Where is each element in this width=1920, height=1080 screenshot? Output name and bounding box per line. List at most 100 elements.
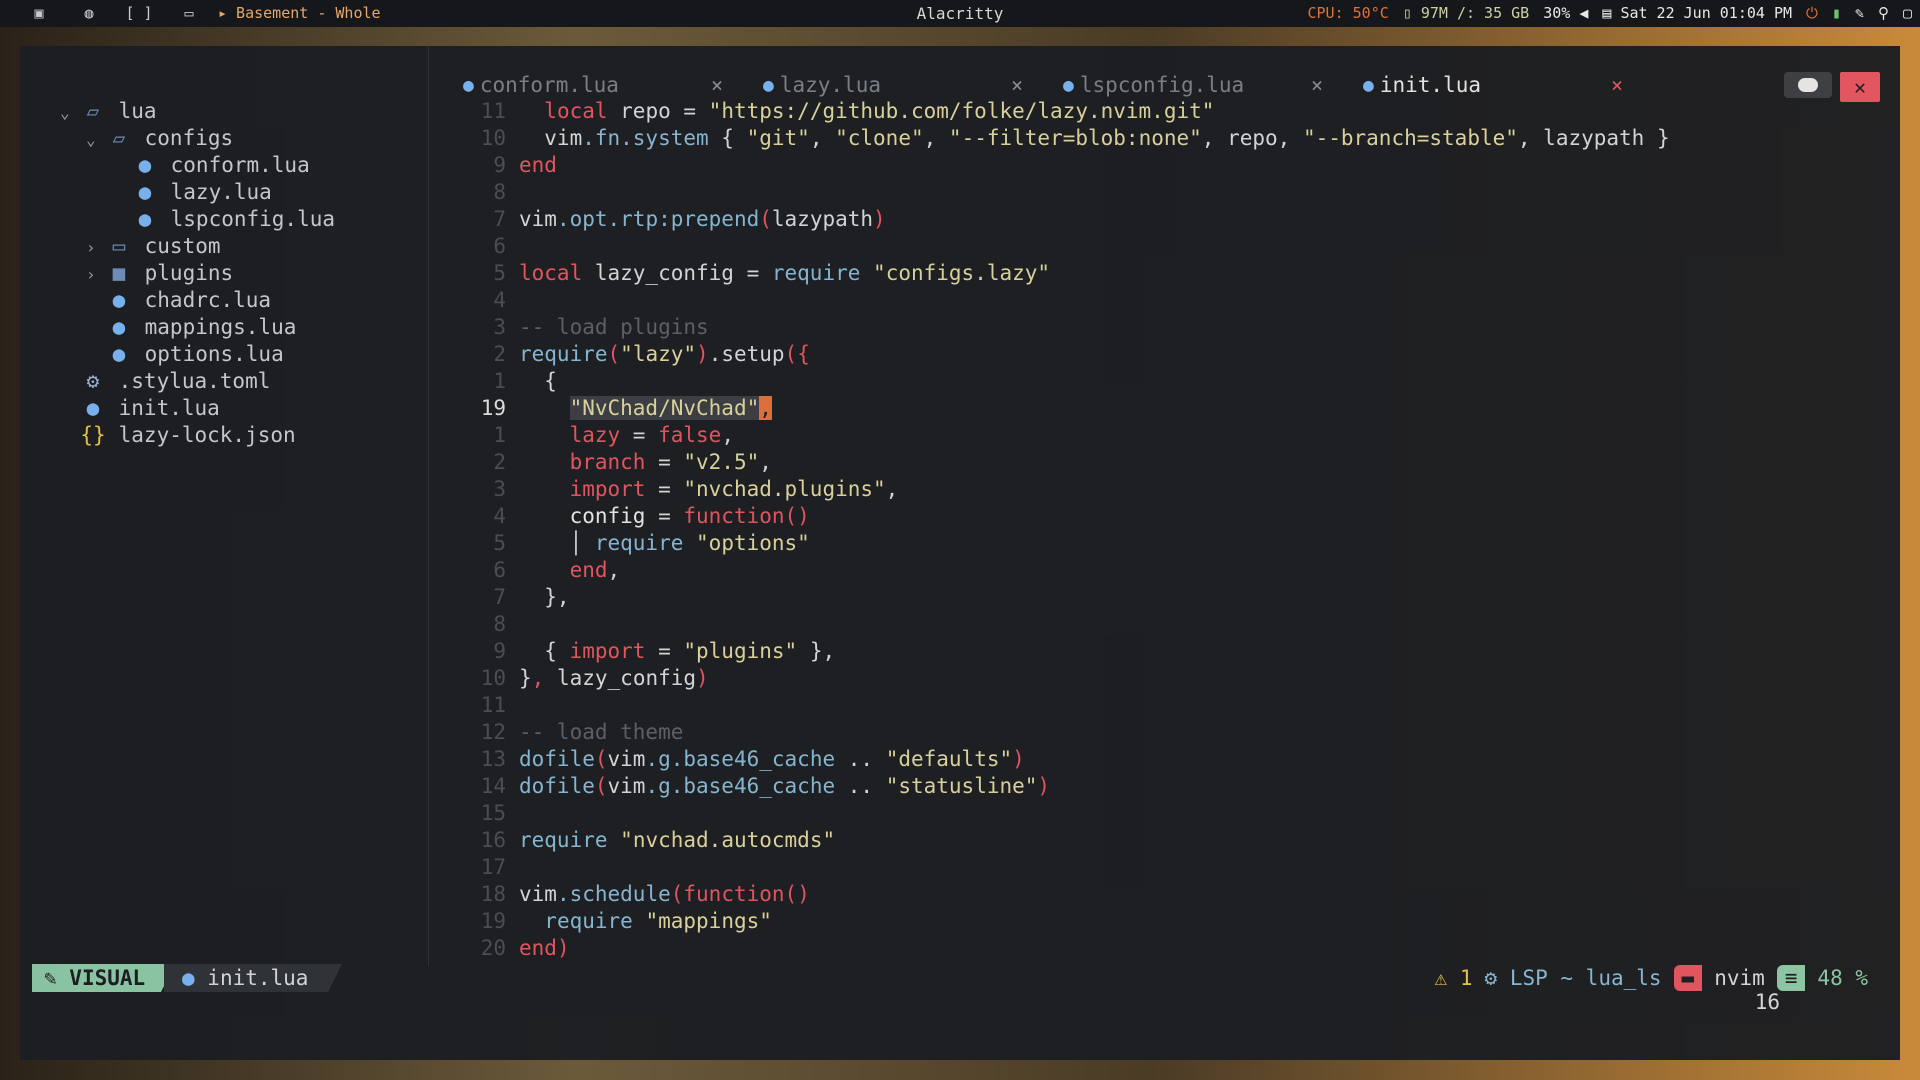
- code-token: require: [519, 828, 608, 852]
- code-token: {: [519, 369, 557, 393]
- code-editor[interactable]: 11 local repo = "https://github.com/folk…: [428, 98, 1888, 994]
- code-token: (: [670, 882, 684, 906]
- code-icon[interactable]: [ ]: [114, 0, 164, 27]
- tree-item[interactable]: ● lazy.lua: [60, 179, 335, 206]
- topbar-right: CPU: 50°C ▯ 97M /: 35 GB 30% ◀ ▤ Sat 22 …: [1308, 0, 1913, 27]
- code-line[interactable]: 5 local lazy_config = require "configs.la…: [428, 260, 1888, 287]
- tree-item[interactable]: ● init.lua: [60, 395, 335, 422]
- code-text: require("lazy").setup({: [519, 342, 810, 366]
- code-line[interactable]: 20 end): [428, 935, 1888, 962]
- close-icon[interactable]: ×: [1011, 73, 1023, 97]
- line-number: 3: [493, 477, 506, 501]
- pen-icon[interactable]: ✎: [1855, 0, 1864, 27]
- code-line[interactable]: 6: [428, 233, 1888, 260]
- file-tree-sidebar: ⌄ ▱ lua ⌄ ▱ configs ● conform.lua ● lazy.lua ●…: [20, 46, 429, 966]
- code-line[interactable]: 19 "NvChad/NvChad",: [428, 395, 1888, 422]
- code-line[interactable]: 12 -- load theme: [428, 719, 1888, 746]
- tree-item[interactable]: ● mappings.lua: [60, 314, 335, 341]
- code-line[interactable]: 16 require "nvchad.autocmds": [428, 827, 1888, 854]
- tab-conform-lua[interactable]: ● conform.lua ×: [463, 70, 763, 100]
- close-icon[interactable]: ×: [1311, 73, 1323, 97]
- code-line[interactable]: 1 {: [428, 368, 1888, 395]
- calendar-icon: ▤: [1602, 4, 1612, 22]
- lsp-status[interactable]: ⚙ LSP ~ lua_ls: [1485, 964, 1662, 992]
- code-line[interactable]: 2 require("lazy").setup({: [428, 341, 1888, 368]
- tree-item[interactable]: {} lazy-lock.json: [60, 422, 335, 449]
- line-number: 19: [480, 396, 506, 420]
- folder-icon[interactable]: ▭: [164, 0, 214, 27]
- code-token: ,: [759, 396, 772, 420]
- code-line[interactable]: 4 config = function(): [428, 503, 1888, 530]
- tree-item[interactable]: ● conform.lua: [60, 152, 335, 179]
- code-text: vim.fn.system { "git", "clone", "--filte…: [519, 126, 1669, 150]
- code-token: repo =: [607, 99, 709, 123]
- code-line[interactable]: 7 },: [428, 584, 1888, 611]
- lock-icon[interactable]: ▮: [1832, 0, 1841, 27]
- tree-item[interactable]: ⚙ .stylua.toml: [60, 368, 335, 395]
- line-number: 12: [480, 720, 506, 744]
- code-line[interactable]: 14 dofile(vim.g.base46_cache .. "statusli…: [428, 773, 1888, 800]
- code-line[interactable]: 9 end: [428, 152, 1888, 179]
- code-line[interactable]: 3 import = "nvchad.plugins",: [428, 476, 1888, 503]
- volume[interactable]: 30% ◀: [1543, 0, 1588, 27]
- code-text: },: [519, 585, 569, 609]
- warning-count[interactable]: ⚠ 1: [1435, 964, 1473, 992]
- code-token: "configs.lazy": [873, 261, 1051, 285]
- code-text: { import = "plugins" },: [519, 639, 835, 663]
- notification-icon[interactable]: ▢: [1903, 0, 1912, 27]
- code-line[interactable]: 11 local repo = "https://github.com/folk…: [428, 98, 1888, 125]
- theme-toggle-button[interactable]: [1784, 72, 1832, 98]
- lua-file-icon: ●: [112, 315, 126, 339]
- code-line[interactable]: 7 vim.opt.rtp:prepend(lazypath): [428, 206, 1888, 233]
- code-line[interactable]: 4: [428, 287, 1888, 314]
- code-line[interactable]: 8: [428, 611, 1888, 638]
- code-line[interactable]: 6 end,: [428, 557, 1888, 584]
- code-line[interactable]: 2 branch = "v2.5",: [428, 449, 1888, 476]
- code-line[interactable]: 18 vim.schedule(function(): [428, 881, 1888, 908]
- workspace-label[interactable]: ▸ Basement - Whole: [218, 0, 381, 27]
- location-icon[interactable]: ⚲: [1878, 0, 1889, 27]
- code-token: local: [519, 261, 583, 285]
- code-line[interactable]: 17: [428, 854, 1888, 881]
- terminal-window: ⌄ ▱ lua ⌄ ▱ configs ● conform.lua ● lazy.lua ●…: [20, 46, 1900, 1060]
- code-line[interactable]: 19 require "mappings": [428, 908, 1888, 935]
- code-line[interactable]: 11: [428, 692, 1888, 719]
- code-line[interactable]: 1 lazy = false,: [428, 422, 1888, 449]
- code-line[interactable]: 8: [428, 179, 1888, 206]
- code-token: dofile: [519, 774, 595, 798]
- tab-lspconfig-lua[interactable]: ● lspconfig.lua ×: [1063, 70, 1363, 100]
- code-token: .g.base46_cache: [645, 774, 836, 798]
- code-token: ): [873, 207, 886, 231]
- tree-item[interactable]: ⌄ ▱ configs: [60, 125, 335, 152]
- tab-label: init.lua: [1379, 73, 1481, 97]
- code-line[interactable]: 13 dofile(vim.g.base46_cache .. "defaults…: [428, 746, 1888, 773]
- tab-lazy-lua[interactable]: ● lazy.lua ×: [763, 70, 1063, 100]
- terminal-icon[interactable]: ▣: [14, 0, 64, 27]
- globe-icon[interactable]: ◍: [64, 0, 114, 27]
- code-text: local repo = "https://github.com/folke/l…: [519, 99, 1214, 123]
- command-line[interactable]: 16: [1755, 990, 1780, 1014]
- code-token: =: [645, 504, 684, 528]
- line-number: 3: [493, 315, 506, 339]
- tree-item[interactable]: › ▭ custom: [60, 233, 335, 260]
- code-text: import = "nvchad.plugins",: [519, 477, 899, 501]
- code-token: },: [797, 639, 836, 663]
- code-line[interactable]: 9 { import = "plugins" },: [428, 638, 1888, 665]
- code-line[interactable]: 5 │ require "options": [428, 530, 1888, 557]
- power-icon[interactable]: ⏻: [1806, 0, 1818, 27]
- code-token: vim: [519, 882, 557, 906]
- tab-init-lua[interactable]: ● init.lua ×: [1363, 70, 1663, 100]
- close-icon[interactable]: ×: [711, 73, 723, 97]
- tree-item[interactable]: ⌄ ▱ lua: [60, 98, 335, 125]
- tree-item[interactable]: › ■ plugins: [60, 260, 335, 287]
- tree-item[interactable]: ● lspconfig.lua: [60, 206, 335, 233]
- tree-item-label: .stylua.toml: [106, 369, 271, 393]
- lua-icon: ●: [1363, 74, 1374, 96]
- code-line[interactable]: 3 -- load plugins: [428, 314, 1888, 341]
- code-line[interactable]: 15: [428, 800, 1888, 827]
- code-line[interactable]: 10 vim.fn.system { "git", "clone", "--fi…: [428, 125, 1888, 152]
- tree-item[interactable]: ● options.lua: [60, 341, 335, 368]
- close-icon[interactable]: ×: [1611, 73, 1623, 97]
- tree-item[interactable]: ● chadrc.lua: [60, 287, 335, 314]
- code-line[interactable]: 10}, lazy_config): [428, 665, 1888, 692]
